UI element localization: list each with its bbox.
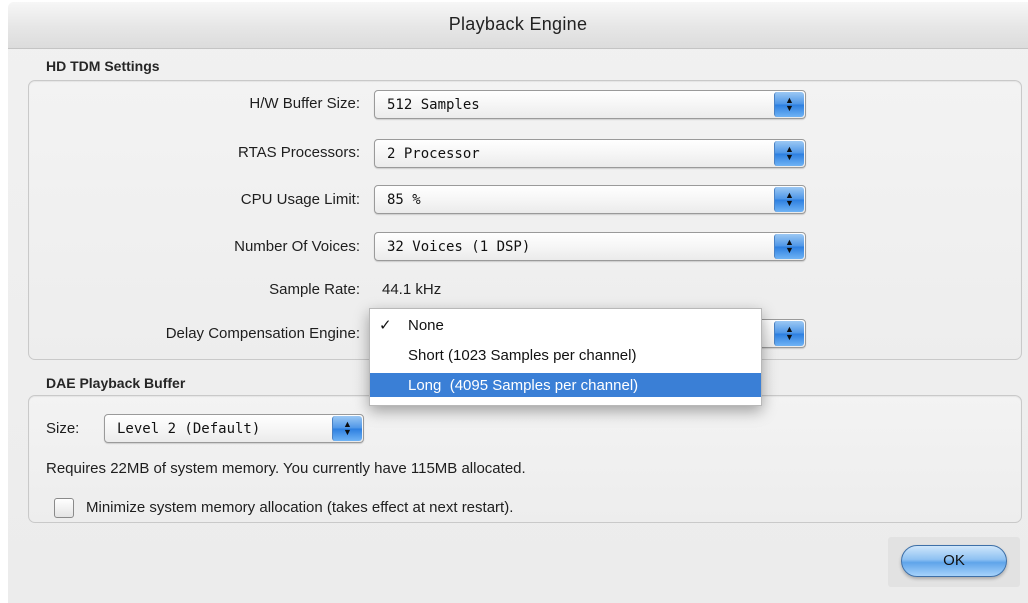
menu-item-label: Long (4095 Samples per channel) <box>408 377 639 394</box>
menu-item-none[interactable]: ✓ None <box>370 313 761 337</box>
menu-item-short[interactable]: Short (1023 Samples per channel) <box>370 343 761 367</box>
popup-arrows-icon: ▲ ▼ <box>774 92 804 117</box>
rtas-value: 2 Processor <box>387 146 480 162</box>
ok-button[interactable]: OK <box>901 545 1007 577</box>
memory-info-text: Requires 22MB of system memory. You curr… <box>46 460 526 477</box>
hw-buffer-value: 512 Samples <box>387 97 480 113</box>
delay-comp-label: Delay Compensation Engine: <box>165 325 360 342</box>
popup-arrows-icon: ▲ ▼ <box>774 321 804 346</box>
delay-comp-menu: ✓ None Short (1023 Samples per channel) … <box>369 308 762 406</box>
window-title: Playback Engine <box>448 14 588 34</box>
playback-engine-window: Playback Engine HD TDM Settings H/W Buff… <box>8 2 1028 603</box>
dae-size-value: Level 2 (Default) <box>117 421 261 437</box>
cpu-limit-popup[interactable]: 85 % ▲ ▼ <box>374 185 806 214</box>
hw-buffer-label: H/W Buffer Size: <box>249 95 360 112</box>
minimize-memory-label: Minimize system memory allocation (takes… <box>86 499 514 516</box>
voices-value: 32 Voices (1 DSP) <box>387 239 531 255</box>
popup-arrows-icon: ▲ ▼ <box>332 416 362 441</box>
popup-arrows-icon: ▲ ▼ <box>774 141 804 166</box>
size-label: Size: <box>46 420 80 437</box>
minimize-memory-checkbox[interactable] <box>54 498 74 518</box>
title-bar: Playback Engine <box>8 2 1028 49</box>
voices-label: Number Of Voices: <box>234 238 360 255</box>
sample-rate-label: Sample Rate: <box>269 281 360 298</box>
menu-item-label: None <box>408 317 444 334</box>
cpu-limit-value: 85 % <box>387 192 421 208</box>
menu-item-long[interactable]: Long (4095 Samples per channel) <box>370 373 761 397</box>
dae-size-popup[interactable]: Level 2 (Default) ▲ ▼ <box>104 414 364 443</box>
popup-arrows-icon: ▲ ▼ <box>774 234 804 259</box>
hd-tdm-section-label: HD TDM Settings <box>46 58 160 74</box>
rtas-label: RTAS Processors: <box>238 144 360 161</box>
popup-arrows-icon: ▲ ▼ <box>774 187 804 212</box>
dae-section-label: DAE Playback Buffer <box>46 375 186 391</box>
voices-popup[interactable]: 32 Voices (1 DSP) ▲ ▼ <box>374 232 806 261</box>
hw-buffer-popup[interactable]: 512 Samples ▲ ▼ <box>374 90 806 119</box>
sample-rate-value: 44.1 kHz <box>382 281 442 298</box>
rtas-popup[interactable]: 2 Processor ▲ ▼ <box>374 139 806 168</box>
cpu-limit-label: CPU Usage Limit: <box>240 191 360 208</box>
menu-item-label: Short (1023 Samples per channel) <box>408 347 637 364</box>
checkmark-icon: ✓ <box>379 317 392 334</box>
